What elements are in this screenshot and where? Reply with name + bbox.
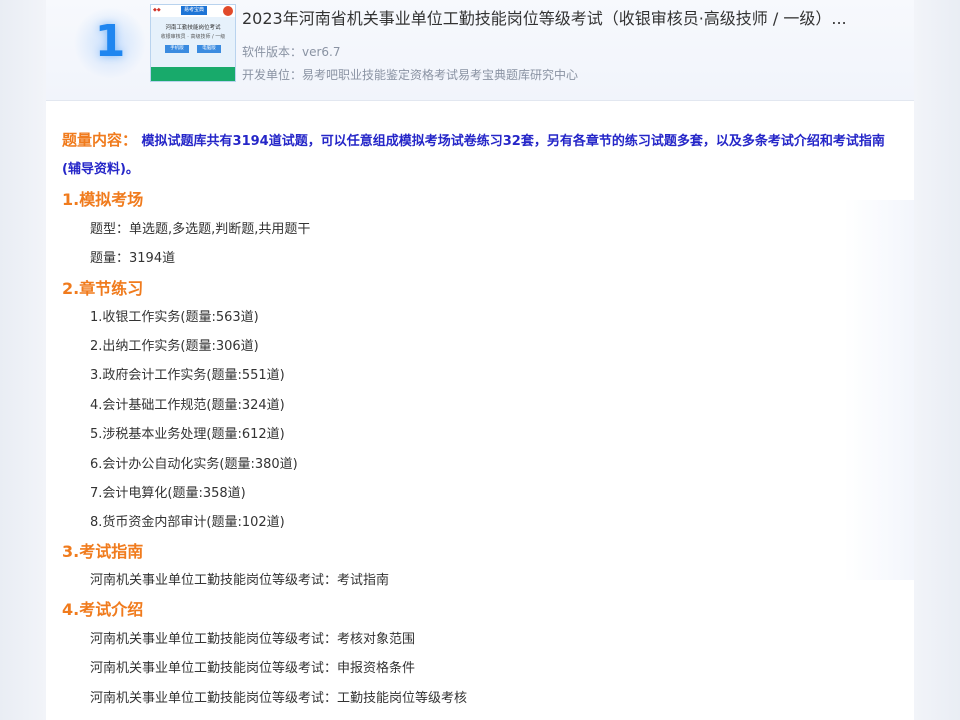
cover-brand: 易考宝典 [181, 6, 207, 15]
chapter-item[interactable]: 6.会计办公自动化实务(题量:380道) [90, 453, 298, 472]
chapter-item[interactable]: 8.货币资金内部审计(题量:102道) [90, 511, 285, 530]
section-exam-info-title: 4.考试介绍 [62, 600, 144, 619]
content-intro: 题量内容： 模拟试题库共有3194道试题，可以任意组成模拟考场试卷练习32套，另… [62, 126, 902, 184]
guide-item[interactable]: 河南机关事业单位工勤技能岗位等级考试：考试指南 [90, 569, 389, 588]
exam-question-types: 题型：单选题,多选题,判断题,共用题干 [90, 222, 311, 237]
cover-title: 河南工勤技能岗位考试 [165, 25, 221, 31]
left-margin [0, 0, 46, 720]
exam-question-count: 题量：3194道 [90, 251, 176, 266]
chapter-item[interactable]: 1.收银工作实务(题量:563道) [90, 306, 259, 325]
chapter-item[interactable]: 4.会计基础工作规范(题量:324道) [90, 394, 285, 413]
cover-desktop-badge: 电脑版 [197, 45, 221, 53]
rank-number: 1 [94, 16, 126, 67]
cover-footer [151, 67, 235, 81]
section-mock-exam-title: 1.模拟考场 [62, 190, 144, 209]
chapter-item[interactable]: 7.会计电算化(题量:358道) [90, 482, 246, 501]
info-item[interactable]: 河南机关事业单位工勤技能岗位等级考试：申报资格条件 [90, 657, 415, 676]
product-header: 1 ◆◆ 易考宝典 河南工勤技能岗位考试 收银审核员 · 高级技师 / 一级 手… [46, 0, 914, 101]
cover-mobile-badge: 手机版 [165, 45, 189, 53]
info-item[interactable]: 河南机关事业单位工勤技能岗位等级考试：考核对象范围 [90, 628, 415, 647]
background-sheen [844, 200, 914, 580]
product-detail-panel: 1 ◆◆ 易考宝典 河南工勤技能岗位考试 收银审核员 · 高级技师 / 一级 手… [46, 0, 914, 720]
chapter-item[interactable]: 3.政府会计工作实务(题量:551道) [90, 364, 285, 383]
section-exam-guide-title: 3.考试指南 [62, 542, 144, 561]
intro-text: 模拟试题库共有3194道试题，可以任意组成模拟考场试卷练习32套，另有各章节的练… [62, 134, 885, 177]
right-margin [914, 0, 960, 720]
product-cover-image[interactable]: ◆◆ 易考宝典 河南工勤技能岗位考试 收银审核员 · 高级技师 / 一级 手机版… [150, 4, 236, 82]
product-title[interactable]: 2023年河南省机关事业单位工勤技能岗位等级考试（收银审核员·高级技师 / 一级… [242, 5, 902, 29]
chapter-item[interactable]: 5.涉税基本业务处理(题量:612道) [90, 423, 285, 442]
cover-logo: ◆◆ [153, 7, 161, 13]
section-chapter-practice-title: 2.章节练习 [62, 279, 144, 298]
intro-label: 题量内容： [62, 131, 138, 149]
developer: 开发单位：易考吧职业技能鉴定资格考试易考宝典题库研究中心 [242, 68, 579, 82]
cover-seal-icon [223, 6, 233, 16]
cover-subtitle: 收银审核员 · 高级技师 / 一级 [160, 34, 226, 40]
software-version: 软件版本：ver6.7 [242, 45, 341, 59]
info-item[interactable]: 河南机关事业单位工勤技能岗位等级考试：工勤技能岗位等级考核 [90, 687, 467, 706]
chapter-item[interactable]: 2.出纳工作实务(题量:306道) [90, 335, 259, 354]
